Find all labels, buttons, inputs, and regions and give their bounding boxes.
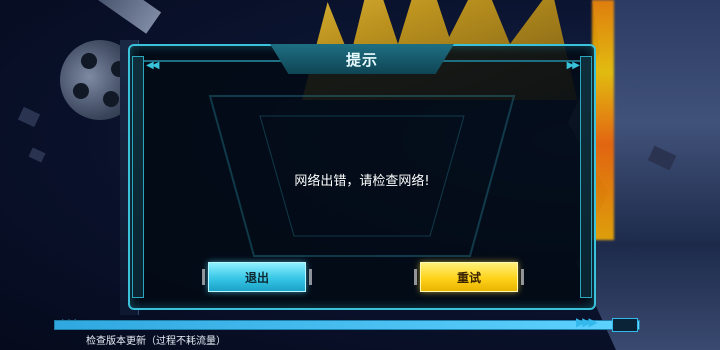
exit-button-label: 退出 bbox=[244, 270, 269, 285]
update-progress-fill bbox=[55, 321, 639, 329]
update-status-text: 检查版本更新（过程不耗流量） bbox=[86, 336, 226, 347]
dialog-message: 网络出错，请检查网络! bbox=[294, 174, 430, 189]
chevron-left-icon: ◀◀ bbox=[146, 60, 159, 71]
update-progress-bar bbox=[54, 320, 640, 330]
debris-rock bbox=[28, 147, 46, 163]
retry-button[interactable]: 重试 bbox=[414, 262, 524, 292]
dialog-title-tab: 提示 bbox=[270, 44, 454, 74]
progress-chevron-right-icon: ▶▶▶ bbox=[576, 315, 598, 329]
exit-button[interactable]: 退出 bbox=[202, 262, 312, 292]
retry-button-label: 重试 bbox=[456, 270, 481, 285]
mech-arm-art bbox=[88, 0, 162, 34]
dialog-title: 提示 bbox=[345, 50, 378, 69]
progress-end-cap bbox=[612, 318, 638, 332]
chevron-right-icon: ▶▶ bbox=[566, 60, 580, 71]
error-dialog: ◀◀ ▶▶ 提示 网络出错，请检查网络! 退出 重试 bbox=[128, 44, 596, 310]
debris-rock bbox=[17, 106, 41, 128]
